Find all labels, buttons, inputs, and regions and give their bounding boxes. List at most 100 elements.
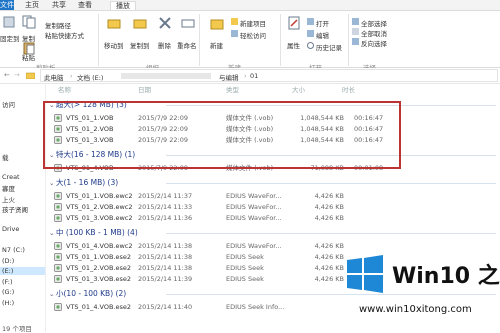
edit-button[interactable]: 编辑 [316, 30, 329, 40]
edit-icon[interactable] [307, 30, 314, 37]
blurred-breadcrumb [121, 73, 211, 79]
select-none-button[interactable]: 全部取消 [361, 28, 387, 38]
folder-icon [26, 72, 35, 79]
ribbon-separator [348, 14, 349, 66]
open-button[interactable]: 打开 [316, 18, 329, 28]
brand-title: Win10 之家 [392, 264, 500, 289]
open-icon[interactable] [307, 18, 314, 25]
invert-selection-icon[interactable] [352, 38, 359, 45]
ribbon-separator [199, 14, 200, 66]
group-header[interactable]: 中 (100 KB - 1 MB) (4) [56, 227, 138, 238]
new-folder-button[interactable]: 新建 [210, 40, 223, 50]
rename-icon[interactable] [181, 16, 195, 30]
nav-item[interactable]: (D:) [0, 257, 14, 265]
select-none-icon[interactable] [352, 28, 359, 35]
file-row[interactable]: VTS_01_3.VOB.ewc2 2015/2/14 11:36 EDIUS Wa… [46, 213, 500, 223]
tab-file[interactable]: 文件 [0, 0, 14, 10]
media-file-icon [54, 242, 62, 250]
delete-button[interactable]: 删除 [158, 40, 171, 50]
ribbon: 固定到 复制 粘贴 复制路径 粘贴快捷方式 剪贴板 移动到 复制到 删除 重命名… [0, 10, 500, 72]
nav-item[interactable]: Drive [0, 225, 19, 233]
nav-item[interactable]: (H:) [0, 299, 14, 307]
rename-button[interactable]: 重命名 [177, 40, 197, 50]
file-name: VTS_01_1.VOB.ese2 [66, 253, 132, 261]
move-to-button[interactable]: 移动到 [104, 40, 124, 50]
media-file-icon [54, 192, 62, 200]
copy-path-button[interactable]: 复制路径 [45, 20, 71, 30]
file-date: 2015/2/14 11:39 [138, 275, 193, 283]
forward-button[interactable]: → [14, 71, 20, 79]
brand-watermark: Win10 之家 www.win10xitong.com [327, 246, 500, 332]
tab-home[interactable]: 主页 [25, 0, 39, 10]
address-input[interactable]: 此电脑 › 文档 (E:) 与编辑 › 01 [40, 69, 498, 82]
pin-icon[interactable] [2, 15, 16, 29]
file-type: EDIUS WaveFor... [226, 203, 282, 211]
file-row[interactable]: VTS_01_2.VOB.ewc2 2015/2/14 11:33 EDIUS Wa… [46, 202, 500, 212]
group-divider [166, 233, 496, 234]
tab-play[interactable]: 播放 [110, 1, 136, 10]
copy-icon[interactable] [22, 15, 36, 29]
folder-copy-icon[interactable] [133, 16, 147, 30]
tab-share[interactable]: 共享 [52, 0, 66, 10]
tab-view[interactable]: 查看 [78, 0, 92, 10]
breadcrumb-drive[interactable]: 文档 (E:) [77, 72, 103, 82]
easy-access-button[interactable]: 轻松访问 [240, 30, 266, 40]
copy-to-button[interactable]: 复制到 [130, 40, 150, 50]
file-date: 2015/2/14 11:33 [138, 203, 193, 211]
paste-button[interactable]: 粘贴 [22, 52, 35, 62]
group-header[interactable]: 大(1 - 16 MB) (3) [56, 177, 118, 188]
nav-item[interactable]: Creat [0, 173, 20, 181]
file-type: EDIUS WaveFor... [226, 214, 282, 222]
back-button[interactable]: ← [4, 71, 10, 79]
nav-item[interactable]: (F:) [0, 278, 13, 286]
file-date: 2015/2/14 11:36 [138, 214, 193, 222]
breadcrumb-folder[interactable]: 与编辑 [219, 72, 239, 82]
breadcrumb-current[interactable]: 01 [250, 72, 258, 80]
history-button[interactable]: 历史记录 [316, 42, 342, 52]
properties-icon[interactable] [287, 16, 301, 30]
column-date[interactable]: 日期 [138, 84, 151, 96]
file-row[interactable]: VTS_01_1.VOB.ewc2 2015/2/14 11:37 EDIUS Wa… [46, 191, 500, 201]
file-type: EDIUS Seek [226, 253, 264, 261]
file-date: 2015/2/14 11:37 [138, 192, 193, 200]
invert-selection-button[interactable]: 反向选择 [361, 38, 387, 48]
nav-item[interactable]: N7 (C:) [0, 246, 25, 254]
delete-icon[interactable] [158, 16, 172, 30]
nav-item[interactable]: 寡度 [0, 183, 15, 193]
chevron-down-icon[interactable]: ⌄ [49, 289, 54, 299]
file-date: 2015/2/14 11:38 [138, 242, 193, 250]
column-length[interactable]: 时长 [342, 84, 355, 96]
new-item-button[interactable]: 新建项目 [240, 18, 266, 28]
breadcrumb-pc[interactable]: 此电脑 [44, 72, 64, 82]
file-name: VTS_01_1.VOB.ewc2 [66, 192, 133, 200]
chevron-down-icon[interactable]: ⌄ [49, 228, 54, 238]
paste-shortcut-button[interactable]: 粘贴快捷方式 [45, 30, 84, 40]
new-folder-icon[interactable] [210, 16, 224, 30]
nav-item[interactable]: 孩子贤阁 [0, 204, 28, 214]
file-size: 4,426 KB [314, 214, 344, 222]
chevron-down-icon[interactable]: ⌄ [49, 178, 54, 188]
column-size[interactable]: 大小 [292, 84, 305, 96]
status-bar: 19 个项目 [0, 322, 46, 333]
nav-item[interactable]: 载 [0, 152, 9, 162]
column-type[interactable]: 类型 [226, 84, 239, 96]
select-all-icon[interactable] [352, 18, 359, 25]
ribbon-separator [98, 14, 99, 66]
column-name[interactable]: 名称 [58, 84, 71, 96]
pin-button[interactable]: 固定到 [0, 33, 20, 43]
nav-item[interactable]: 访问 [0, 99, 15, 109]
file-name: VTS_01_3.VOB.ese2 [66, 275, 132, 283]
select-all-button[interactable]: 全部选择 [361, 18, 387, 28]
history-icon[interactable] [307, 42, 314, 49]
file-name: VTS_01_4.VOB.ese2 [66, 303, 132, 311]
address-bar: ← → 此电脑 › 文档 (E:) 与编辑 › 01 [0, 68, 500, 84]
nav-item[interactable]: (E:) [0, 267, 45, 275]
nav-item[interactable]: 上火 [0, 194, 15, 204]
file-type: EDIUS Seek Info... [226, 303, 285, 311]
nav-item[interactable]: (G:) [0, 288, 14, 296]
easy-access-icon[interactable] [231, 30, 238, 37]
properties-button[interactable]: 属性 [287, 40, 300, 50]
new-item-icon[interactable] [231, 18, 238, 25]
group-header[interactable]: 小(10 - 100 KB) (2) [56, 288, 126, 299]
folder-move-icon[interactable] [107, 16, 121, 30]
